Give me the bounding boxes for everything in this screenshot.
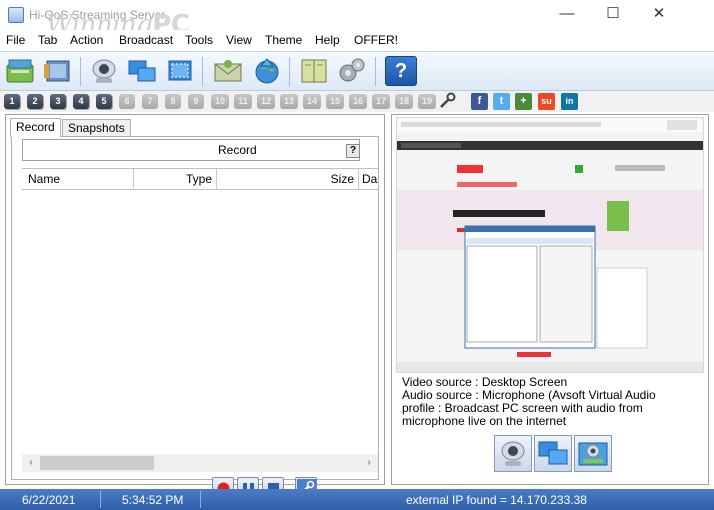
main-toolbar: ? bbox=[0, 51, 714, 91]
twitter-icon[interactable]: t bbox=[493, 93, 510, 110]
tab-number-15[interactable]: 15 bbox=[326, 94, 344, 109]
wrench-icon[interactable] bbox=[438, 92, 456, 110]
minimize-button[interactable]: — bbox=[544, 0, 590, 30]
preview-pane: Video source : Desktop Screen Audio sour… bbox=[391, 114, 709, 485]
menu-theme[interactable]: Theme bbox=[265, 33, 302, 47]
column-date[interactable]: Da bbox=[359, 169, 378, 190]
tab-number-6[interactable]: 6 bbox=[119, 94, 135, 109]
open-icon[interactable] bbox=[4, 56, 36, 86]
menu-broadcast[interactable]: Broadcast bbox=[119, 33, 173, 47]
status-bar: 6/22/2021 5:34:52 PM external IP found =… bbox=[0, 489, 714, 510]
record-tab-page: Record ? Name Type Size Da ‹ › bbox=[11, 136, 379, 499]
tab-snapshots[interactable]: Snapshots bbox=[62, 119, 131, 137]
tab-number-13[interactable]: 13 bbox=[280, 94, 298, 109]
app-icon[interactable] bbox=[8, 7, 24, 23]
profile-line2: microphone live on the internet bbox=[402, 414, 567, 428]
screen-source-icon[interactable] bbox=[534, 435, 572, 472]
scroll-left-arrow[interactable]: ‹ bbox=[23, 455, 39, 471]
tab-number-3[interactable]: 3 bbox=[50, 94, 66, 109]
record-pane: Record Snapshots Record ? Name Type Size… bbox=[5, 114, 385, 499]
tab-number-4[interactable]: 4 bbox=[73, 94, 89, 109]
close-button[interactable]: ✕ bbox=[636, 0, 682, 30]
film-icon[interactable] bbox=[42, 56, 74, 86]
linkedin-icon[interactable]: in bbox=[561, 93, 578, 110]
tab-number-1[interactable]: 1 bbox=[4, 94, 20, 109]
maximize-button[interactable]: ☐ bbox=[590, 0, 636, 30]
menu-tab[interactable]: Tab bbox=[38, 33, 57, 47]
tab-number-5[interactable]: 5 bbox=[96, 94, 112, 109]
webcam-icon[interactable] bbox=[88, 56, 120, 86]
record-list-header: Name Type Size Da bbox=[22, 168, 378, 190]
tab-number-7[interactable]: 7 bbox=[142, 94, 158, 109]
tab-number-10[interactable]: 10 bbox=[211, 94, 229, 109]
settings-gears-icon[interactable] bbox=[336, 56, 368, 86]
tab-number-16[interactable]: 16 bbox=[349, 94, 367, 109]
screen-preview bbox=[396, 117, 704, 373]
status-date: 6/22/2021 bbox=[22, 493, 76, 507]
book-icon[interactable] bbox=[298, 56, 330, 86]
tab-number-2[interactable]: 2 bbox=[27, 94, 43, 109]
record-label: Record bbox=[218, 143, 257, 157]
column-name[interactable]: Name bbox=[22, 169, 134, 190]
facebook-icon[interactable]: f bbox=[471, 93, 488, 110]
screen-capture-icon[interactable] bbox=[164, 56, 196, 86]
menu-bar: File Tab Action Broadcast Tools View The… bbox=[0, 30, 714, 50]
tab-number-9[interactable]: 9 bbox=[188, 94, 204, 109]
record-help-button[interactable]: ? bbox=[346, 144, 360, 158]
tab-number-toolbar: 1 2 3 4 5 6 7 8 9 10 11 12 13 14 15 16 17 18 19 f t + su in bbox=[0, 91, 714, 112]
record-header: Record ? bbox=[22, 139, 360, 161]
tab-number-8[interactable]: 8 bbox=[165, 94, 181, 109]
email-icon[interactable] bbox=[212, 56, 244, 86]
video-source: Video source : Desktop Screen bbox=[402, 375, 568, 389]
scrollbar-thumb[interactable] bbox=[40, 456, 154, 470]
help-icon[interactable]: ? bbox=[385, 56, 417, 86]
menu-offer[interactable]: OFFER! bbox=[354, 33, 398, 47]
webcam-on-screen-icon[interactable] bbox=[574, 435, 612, 472]
source-info: Video source : Desktop Screen Audio sour… bbox=[402, 375, 702, 428]
webcam-source-icon[interactable] bbox=[494, 435, 532, 472]
google-plus-icon[interactable]: + bbox=[515, 93, 532, 110]
status-ip: external IP found = 14.170.233.38 bbox=[406, 493, 587, 507]
scroll-right-arrow[interactable]: › bbox=[361, 455, 377, 471]
tab-number-11[interactable]: 11 bbox=[234, 94, 252, 109]
title-bar: Hi-QoS Streaming Server WinningPC — ☐ ✕ bbox=[0, 0, 714, 40]
tab-number-12[interactable]: 12 bbox=[257, 94, 275, 109]
menu-file[interactable]: File bbox=[6, 33, 25, 47]
tab-number-17[interactable]: 17 bbox=[372, 94, 390, 109]
stumbleupon-icon[interactable]: su bbox=[538, 93, 555, 110]
desktop-preview-image bbox=[397, 118, 703, 372]
menu-view[interactable]: View bbox=[226, 33, 252, 47]
horizontal-scrollbar[interactable]: ‹ › bbox=[22, 454, 378, 472]
menu-help[interactable]: Help bbox=[315, 33, 340, 47]
status-time: 5:34:52 PM bbox=[122, 493, 184, 507]
tab-number-19[interactable]: 19 bbox=[418, 94, 436, 109]
column-size[interactable]: Size bbox=[217, 169, 359, 190]
tab-number-14[interactable]: 14 bbox=[303, 94, 321, 109]
column-type[interactable]: Type bbox=[134, 169, 217, 190]
menu-action[interactable]: Action bbox=[70, 33, 103, 47]
help-glyph: ? bbox=[394, 60, 408, 82]
globe-upload-icon[interactable] bbox=[251, 56, 283, 86]
screens-icon[interactable] bbox=[126, 56, 158, 86]
tab-number-18[interactable]: 18 bbox=[395, 94, 413, 109]
menu-tools[interactable]: Tools bbox=[185, 33, 213, 47]
tab-record[interactable]: Record bbox=[10, 118, 61, 137]
